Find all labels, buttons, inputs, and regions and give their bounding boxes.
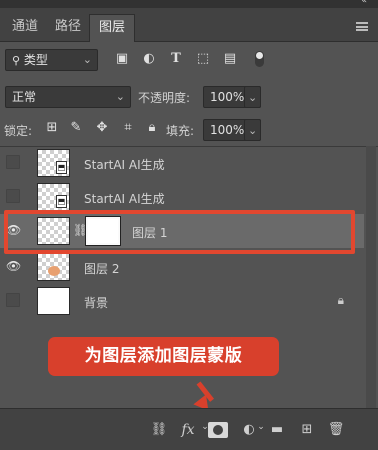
trash-icon[interactable]: 🗑︎	[327, 421, 345, 439]
opacity-value: 100%	[210, 90, 245, 104]
link-layers-icon[interactable]: ⛓︎	[150, 421, 168, 439]
layer-name: StartAI AI生成	[84, 192, 165, 206]
tab-channels[interactable]: 通道	[3, 14, 47, 42]
fx-icon[interactable]: fx	[179, 421, 197, 439]
tab-layers[interactable]: 图层	[89, 14, 136, 42]
eye-icon[interactable]: 👁︎	[6, 259, 21, 273]
type-filter-icon[interactable]: T	[168, 51, 184, 67]
layers-footer: ⛓︎ fx ⌄ ◐ ⌄ ▬ ⊞ 🗑︎	[0, 408, 378, 450]
visibility-toggle[interactable]	[6, 155, 20, 169]
chevron-down-icon: ⌄	[115, 90, 125, 103]
chevron-down-icon: ⌄	[248, 124, 258, 137]
blend-mode-value: 正常	[12, 90, 37, 104]
search-icon: ⚲	[12, 54, 21, 67]
layer-thumbnail: ⬒	[37, 149, 70, 177]
chevron-down-icon: ⌄	[248, 91, 258, 104]
image-filter-icon[interactable]: ▣	[114, 51, 130, 67]
shape-filter-icon[interactable]: ⬚	[195, 51, 211, 67]
layer-thumbnail: ⬒	[37, 183, 70, 211]
collapse-icon[interactable]: «	[361, 0, 366, 6]
layer-content	[48, 266, 60, 276]
smart-object-badge-icon: ⬒	[56, 161, 67, 174]
new-layer-icon[interactable]: ⊞	[298, 421, 316, 439]
lock-paint-icon[interactable]: ✎	[68, 120, 84, 135]
layer-row[interactable]: ⬒ StartAI AI生成	[0, 180, 364, 214]
layer-row[interactable]: ⬒ StartAI AI生成	[0, 146, 364, 180]
add-mask-icon[interactable]	[208, 422, 228, 438]
lock-icon: 🔒︎	[337, 293, 344, 307]
annotation-callout: 为图层添加图层蒙版	[48, 337, 279, 376]
lock-label: 锁定:	[4, 124, 33, 138]
fill-label: 填充:	[166, 124, 195, 138]
layers-scrollbar[interactable]	[366, 146, 376, 408]
panel-menu-icon[interactable]	[356, 22, 368, 31]
opacity-dropdown[interactable]: ⌄	[244, 86, 261, 108]
fill-value: 100%	[210, 123, 245, 137]
lock-transparent-icon[interactable]: ⊞	[44, 120, 60, 135]
layer-row[interactable]: 背景 🔒︎	[0, 284, 364, 318]
layer-name: 背景	[84, 296, 109, 310]
adjustment-filter-icon[interactable]: ◐	[141, 51, 157, 67]
layer-thumbnail	[37, 287, 70, 315]
fill-dropdown[interactable]: ⌄	[244, 119, 261, 141]
highlight-box	[4, 210, 355, 254]
layer-kind-filter[interactable]: ⚲ 类型 ⌄	[5, 49, 98, 71]
lock-artboard-icon[interactable]: ⌗	[120, 120, 136, 135]
lock-position-icon[interactable]: ✥	[94, 120, 110, 135]
visibility-toggle[interactable]	[6, 293, 20, 307]
layer-row[interactable]: 👁︎ 图层 2	[0, 250, 364, 284]
panel-tab-bar: 通道 路径 图层	[0, 8, 378, 42]
filter-toggle-icon[interactable]	[251, 51, 267, 67]
new-group-icon[interactable]: ▬	[268, 421, 286, 439]
layer-name: 图层 2	[84, 262, 120, 276]
smart-object-filter-icon[interactable]: ▤	[222, 51, 238, 67]
opacity-label: 不透明度:	[138, 91, 191, 105]
visibility-toggle[interactable]	[6, 189, 20, 203]
lock-all-icon[interactable]: 🔒︎	[144, 120, 160, 135]
smart-object-badge-icon: ⬒	[56, 195, 67, 208]
blend-mode-select[interactable]: 正常 ⌄	[5, 86, 131, 108]
tab-paths[interactable]: 路径	[46, 14, 90, 42]
chevron-down-icon: ⌄	[82, 53, 92, 66]
layer-thumbnail	[37, 253, 70, 281]
layer-name: StartAI AI生成	[84, 158, 165, 172]
kind-filter-label: 类型	[23, 53, 48, 67]
panel-top-strip: «	[0, 0, 378, 8]
